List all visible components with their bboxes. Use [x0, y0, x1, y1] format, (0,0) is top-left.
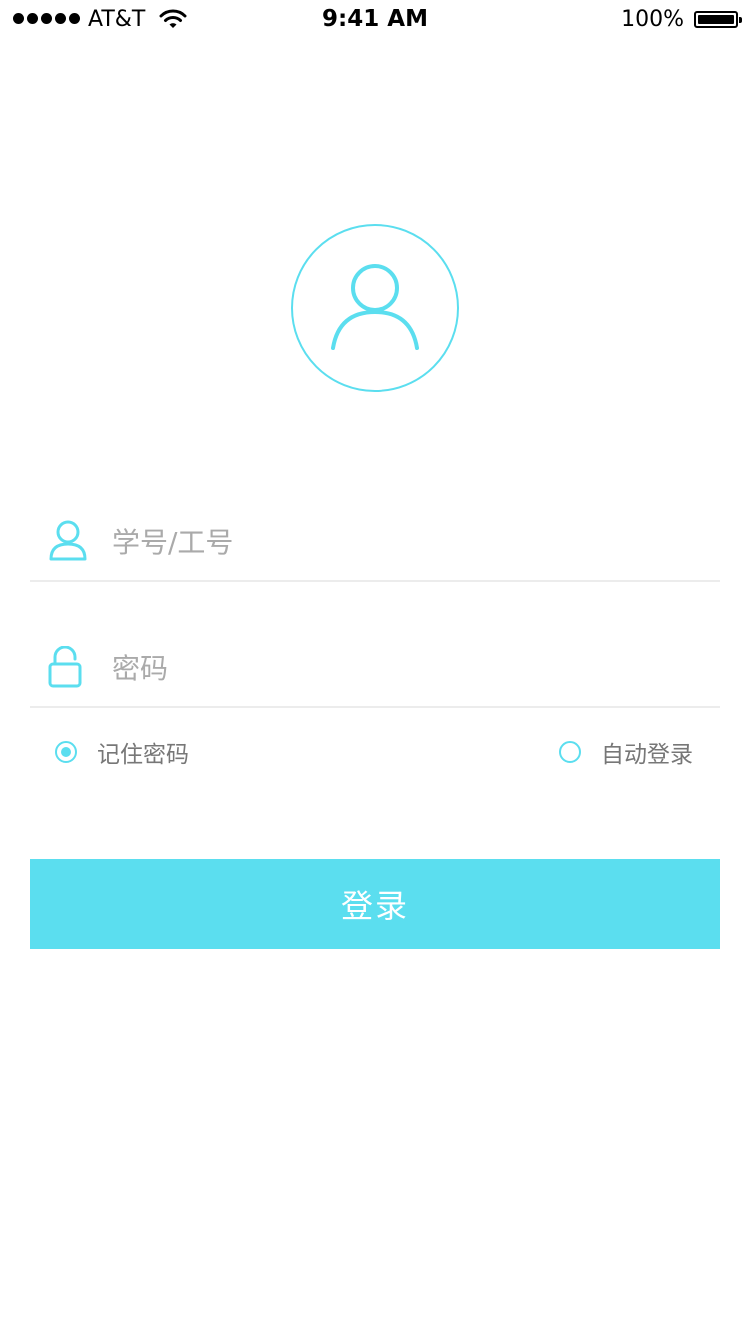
battery-icon	[694, 11, 742, 28]
auto-login-radio[interactable]	[559, 741, 581, 763]
login-button[interactable]: 登录	[30, 859, 720, 949]
auto-login-option[interactable]: 自动登录	[559, 734, 693, 770]
user-icon	[48, 519, 88, 567]
user-avatar-icon	[291, 224, 459, 392]
auto-login-label: 自动登录	[601, 742, 693, 768]
remember-password-radio[interactable]	[55, 741, 77, 763]
password-row	[30, 628, 720, 708]
battery-percentage: 100%	[621, 7, 684, 32]
remember-password-label: 记住密码	[97, 742, 189, 768]
lock-icon	[48, 645, 82, 692]
username-row	[30, 502, 720, 582]
username-input[interactable]	[110, 502, 674, 582]
status-bar: AT&T 9:41 AM 100%	[0, 0, 750, 40]
remember-password-option[interactable]: 记住密码	[55, 734, 189, 770]
password-input[interactable]	[110, 628, 674, 708]
